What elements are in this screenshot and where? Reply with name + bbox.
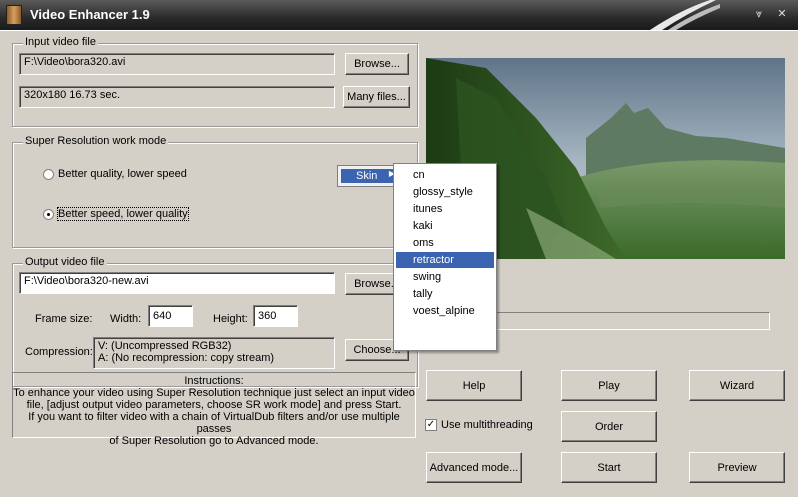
instructions-line: file, [adjust output video parameters, c… xyxy=(26,399,402,411)
instructions-panel: Instructions: To enhance your video usin… xyxy=(12,372,416,447)
menu-item-label: Skin xyxy=(356,170,378,182)
skin-submenu: cn glossy_style itunes kaki oms retracto… xyxy=(393,163,497,351)
skin-item-kaki[interactable]: kaki xyxy=(396,218,494,234)
instructions-line: If you want to filter video with a chain… xyxy=(28,411,400,435)
radio-dot[interactable] xyxy=(43,168,54,180)
frame-size-label: Frame size: xyxy=(35,313,93,325)
minimize-icon[interactable]: ⩔ xyxy=(752,7,766,21)
skin-item-retractor[interactable]: retractor xyxy=(396,252,494,268)
instructions-line: To enhance your video using Super Resolu… xyxy=(13,387,415,399)
checkbox-check-icon[interactable]: ✓ xyxy=(425,419,437,431)
sr-mode-group: Super Resolution work mode xyxy=(12,135,418,248)
compression-audio: A: (No recompression: copy stream) xyxy=(98,352,275,364)
radio-better-quality[interactable]: Better quality, lower speed xyxy=(43,168,187,180)
skin-item-glossy-style[interactable]: glossy_style xyxy=(396,184,494,200)
compression-field: V: (Uncompressed RGB32) A: (No recompres… xyxy=(93,337,335,369)
input-browse-button[interactable]: Browse... xyxy=(345,53,409,75)
order-button[interactable]: Order xyxy=(561,411,657,442)
context-menu: Skin ▶ xyxy=(337,165,399,187)
app-icon xyxy=(6,5,22,25)
skin-item-swing[interactable]: swing xyxy=(396,269,494,285)
output-path-input[interactable]: F:\Video\bora320-new.avi xyxy=(19,272,335,294)
title-bar: Video Enhancer 1.9 ⩔ ✕ xyxy=(0,0,798,30)
menu-item-skin[interactable]: Skin xyxy=(341,169,395,183)
output-group-legend: Output video file xyxy=(23,256,107,268)
preview-button[interactable]: Preview xyxy=(689,452,785,483)
close-icon[interactable]: ✕ xyxy=(775,7,789,21)
multithreading-checkbox[interactable]: ✓ Use multithreading xyxy=(425,419,533,431)
input-info-field: 320x180 16.73 sec. xyxy=(19,86,335,108)
width-label: Width: xyxy=(110,313,142,325)
instructions-line: of Super Resolution go to Advanced mode. xyxy=(109,435,319,447)
help-button[interactable]: Help xyxy=(426,370,522,401)
title-decoration-icon xyxy=(650,0,720,30)
height-label: Height: xyxy=(213,313,248,325)
width-input[interactable]: 640 xyxy=(148,305,193,327)
advanced-mode-button[interactable]: Advanced mode... xyxy=(426,452,522,483)
window-title: Video Enhancer 1.9 xyxy=(30,7,150,22)
radio-dot-selected[interactable] xyxy=(43,208,54,220)
input-path-field[interactable]: F:\Video\bora320.avi xyxy=(19,53,335,75)
input-group-legend: Input video file xyxy=(23,36,98,48)
instructions-title: Instructions: xyxy=(184,375,244,387)
start-button[interactable]: Start xyxy=(561,452,657,483)
many-files-button[interactable]: Many files... xyxy=(343,86,410,108)
skin-item-cn[interactable]: cn xyxy=(396,167,494,183)
compression-video: V: (Uncompressed RGB32) xyxy=(98,340,232,352)
play-button[interactable]: Play xyxy=(561,370,657,401)
sr-group-legend: Super Resolution work mode xyxy=(23,135,169,147)
skin-item-voest-alpine[interactable]: voest_alpine xyxy=(396,303,494,319)
skin-item-itunes[interactable]: itunes xyxy=(396,201,494,217)
radio-label: Better speed, lower quality xyxy=(57,207,189,221)
compression-label: Compression: xyxy=(25,346,93,358)
radio-label: Better quality, lower speed xyxy=(58,168,187,180)
multithreading-label: Use multithreading xyxy=(441,419,533,431)
skin-item-oms[interactable]: oms xyxy=(396,235,494,251)
skin-item-tally[interactable]: tally xyxy=(396,286,494,302)
radio-better-speed[interactable]: Better speed, lower quality xyxy=(43,207,189,221)
height-input[interactable]: 360 xyxy=(253,305,298,327)
wizard-button[interactable]: Wizard xyxy=(689,370,785,401)
